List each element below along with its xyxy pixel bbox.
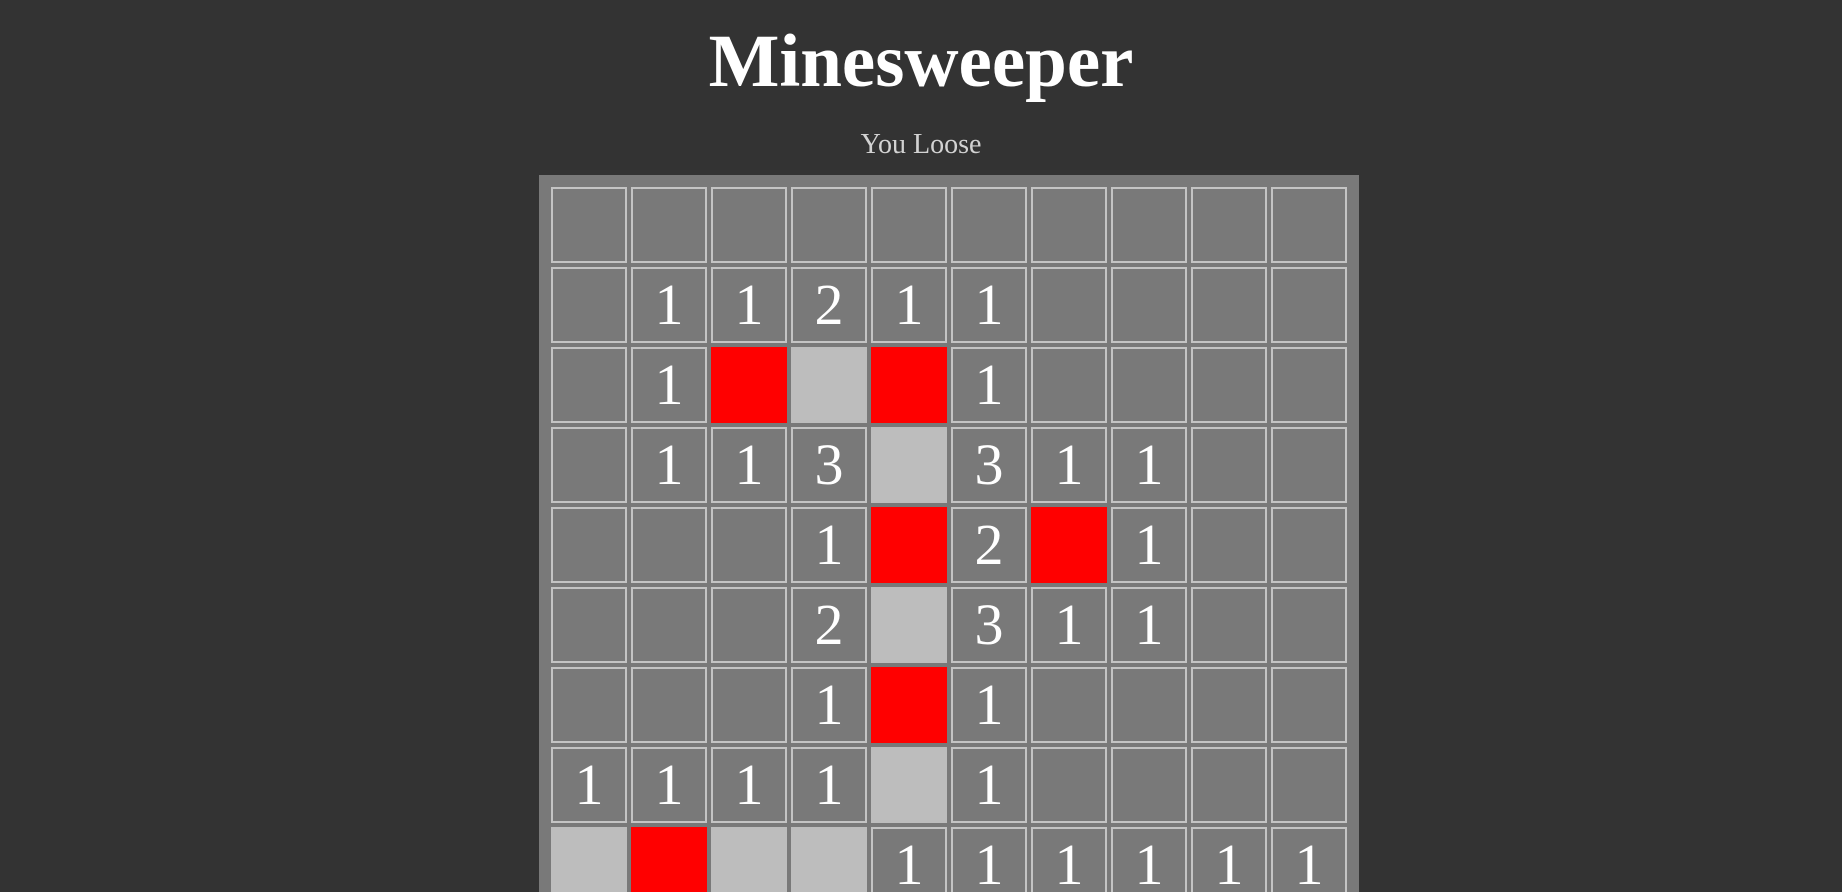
board-cell[interactable]: 1	[791, 747, 867, 823]
hidden-cell[interactable]	[1191, 427, 1267, 503]
hidden-cell[interactable]	[871, 187, 947, 263]
hidden-cell[interactable]	[711, 507, 787, 583]
board-cell[interactable]: 1	[1031, 827, 1107, 892]
board-cell[interactable]: 1	[631, 267, 707, 343]
board-cell[interactable]: 1	[1191, 827, 1267, 892]
mine-cell[interactable]	[871, 347, 947, 423]
board-cell[interactable]	[791, 827, 867, 892]
board-cell[interactable]	[711, 827, 787, 892]
board-cell[interactable]: 1	[951, 267, 1027, 343]
board-cell[interactable]: 1	[951, 347, 1027, 423]
board-cell[interactable]: 1	[631, 427, 707, 503]
hidden-cell[interactable]	[1191, 587, 1267, 663]
board-cell[interactable]: 1	[711, 427, 787, 503]
hidden-cell[interactable]	[1271, 587, 1347, 663]
hidden-cell[interactable]	[1191, 507, 1267, 583]
hidden-cell[interactable]	[1271, 427, 1347, 503]
board-cell[interactable]: 1	[1111, 587, 1187, 663]
board-cell[interactable]: 1	[551, 747, 627, 823]
hidden-cell[interactable]	[631, 507, 707, 583]
game-board: 112111111331112123111111111111111	[539, 175, 1359, 892]
hidden-cell[interactable]	[551, 427, 627, 503]
hidden-cell[interactable]	[1271, 187, 1347, 263]
hidden-cell[interactable]	[791, 187, 867, 263]
hidden-cell[interactable]	[551, 187, 627, 263]
hidden-cell[interactable]	[1111, 347, 1187, 423]
board-cell[interactable]: 1	[631, 747, 707, 823]
board-cell[interactable]: 3	[791, 427, 867, 503]
hidden-cell[interactable]	[551, 587, 627, 663]
board-cell[interactable]: 1	[871, 267, 947, 343]
board-cell[interactable]: 1	[1111, 827, 1187, 892]
game-status: You Loose	[860, 129, 982, 160]
board-cell[interactable]: 1	[1111, 427, 1187, 503]
board-cell[interactable]: 1	[1271, 827, 1347, 892]
board-cell[interactable]: 2	[791, 587, 867, 663]
hidden-cell[interactable]	[631, 587, 707, 663]
minesweeper-page: Minesweeper You Loose 112111111331112123…	[0, 0, 1842, 892]
hidden-cell[interactable]	[631, 187, 707, 263]
board-cell[interactable]: 1	[871, 827, 947, 892]
board-cell[interactable]: 2	[791, 267, 867, 343]
hidden-cell[interactable]	[1271, 507, 1347, 583]
hidden-cell[interactable]	[551, 347, 627, 423]
board-cell[interactable]	[871, 587, 947, 663]
board-cell[interactable]	[791, 347, 867, 423]
hidden-cell[interactable]	[711, 587, 787, 663]
board-cell[interactable]: 1	[631, 347, 707, 423]
board-grid: 112111111331112123111111111111111	[551, 187, 1347, 892]
board-cell[interactable]	[551, 827, 627, 892]
board-cell[interactable]	[871, 427, 947, 503]
mine-cell[interactable]	[871, 667, 947, 743]
hidden-cell[interactable]	[1031, 187, 1107, 263]
hidden-cell[interactable]	[1191, 187, 1267, 263]
board-cell[interactable]: 1	[951, 667, 1027, 743]
hidden-cell[interactable]	[1111, 747, 1187, 823]
mine-cell[interactable]	[1031, 507, 1107, 583]
hidden-cell[interactable]	[1031, 267, 1107, 343]
board-cell[interactable]: 1	[1111, 507, 1187, 583]
board-cell[interactable]: 1	[951, 827, 1027, 892]
hidden-cell[interactable]	[1111, 267, 1187, 343]
hidden-cell[interactable]	[631, 667, 707, 743]
hidden-cell[interactable]	[951, 187, 1027, 263]
board-cell[interactable]: 1	[791, 507, 867, 583]
board-cell[interactable]: 3	[951, 587, 1027, 663]
hidden-cell[interactable]	[1191, 667, 1267, 743]
board-cell[interactable]: 1	[791, 667, 867, 743]
board-cell[interactable]: 1	[711, 747, 787, 823]
hidden-cell[interactable]	[551, 507, 627, 583]
hidden-cell[interactable]	[1031, 747, 1107, 823]
mine-cell[interactable]	[711, 347, 787, 423]
board-cell[interactable]: 1	[1031, 587, 1107, 663]
hidden-cell[interactable]	[1191, 747, 1267, 823]
hidden-cell[interactable]	[1111, 187, 1187, 263]
board-cell[interactable]	[871, 747, 947, 823]
board-cell[interactable]: 3	[951, 427, 1027, 503]
hidden-cell[interactable]	[1191, 347, 1267, 423]
hidden-cell[interactable]	[1271, 747, 1347, 823]
board-cell[interactable]: 1	[951, 747, 1027, 823]
hidden-cell[interactable]	[1271, 347, 1347, 423]
hidden-cell[interactable]	[711, 667, 787, 743]
page-title: Minesweeper	[708, 20, 1134, 103]
hidden-cell[interactable]	[1191, 267, 1267, 343]
hidden-cell[interactable]	[711, 187, 787, 263]
hidden-cell[interactable]	[1031, 347, 1107, 423]
board-cell[interactable]: 1	[711, 267, 787, 343]
mine-cell[interactable]	[871, 507, 947, 583]
hidden-cell[interactable]	[1271, 267, 1347, 343]
board-cell[interactable]: 2	[951, 507, 1027, 583]
hidden-cell[interactable]	[551, 667, 627, 743]
hidden-cell[interactable]	[1111, 667, 1187, 743]
hidden-cell[interactable]	[1031, 667, 1107, 743]
hidden-cell[interactable]	[1271, 667, 1347, 743]
board-cell[interactable]: 1	[1031, 427, 1107, 503]
hidden-cell[interactable]	[551, 267, 627, 343]
mine-cell[interactable]	[631, 827, 707, 892]
